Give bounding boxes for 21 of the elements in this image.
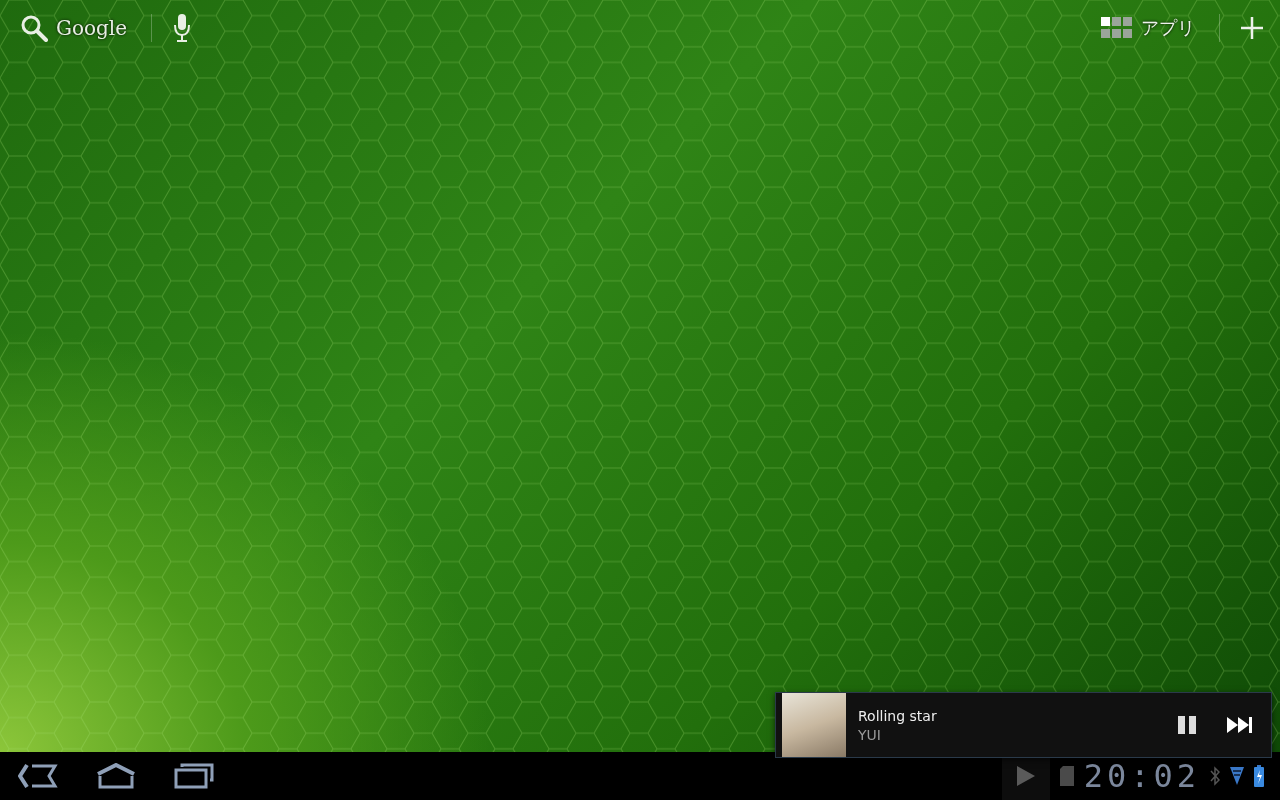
search-icon <box>20 14 48 42</box>
pause-icon[interactable] <box>1177 715 1197 735</box>
battery-charging-icon <box>1254 765 1264 787</box>
play-icon <box>1015 765 1036 787</box>
recent-apps-icon[interactable] <box>174 763 214 789</box>
skip-forward-icon[interactable] <box>1227 716 1253 734</box>
plus-icon[interactable] <box>1240 16 1264 40</box>
back-icon[interactable] <box>18 763 58 789</box>
sd-card-icon <box>1059 766 1074 786</box>
clock: 20:02 <box>1083 757 1200 795</box>
music-notification[interactable]: Rolling star YUI <box>775 692 1272 758</box>
grid-icon <box>1101 17 1133 39</box>
bluetooth-icon <box>1210 766 1220 786</box>
song-title: Rolling star <box>858 707 938 724</box>
home-icon[interactable] <box>96 763 136 789</box>
apps-button[interactable]: アプリ <box>1097 14 1199 42</box>
google-search-button[interactable]: Google <box>16 12 132 44</box>
microphone-icon[interactable] <box>172 13 193 43</box>
album-art-placeholder <box>782 693 846 757</box>
wifi-signal-icon <box>1230 766 1244 786</box>
artist-name: YUI <box>858 726 882 743</box>
